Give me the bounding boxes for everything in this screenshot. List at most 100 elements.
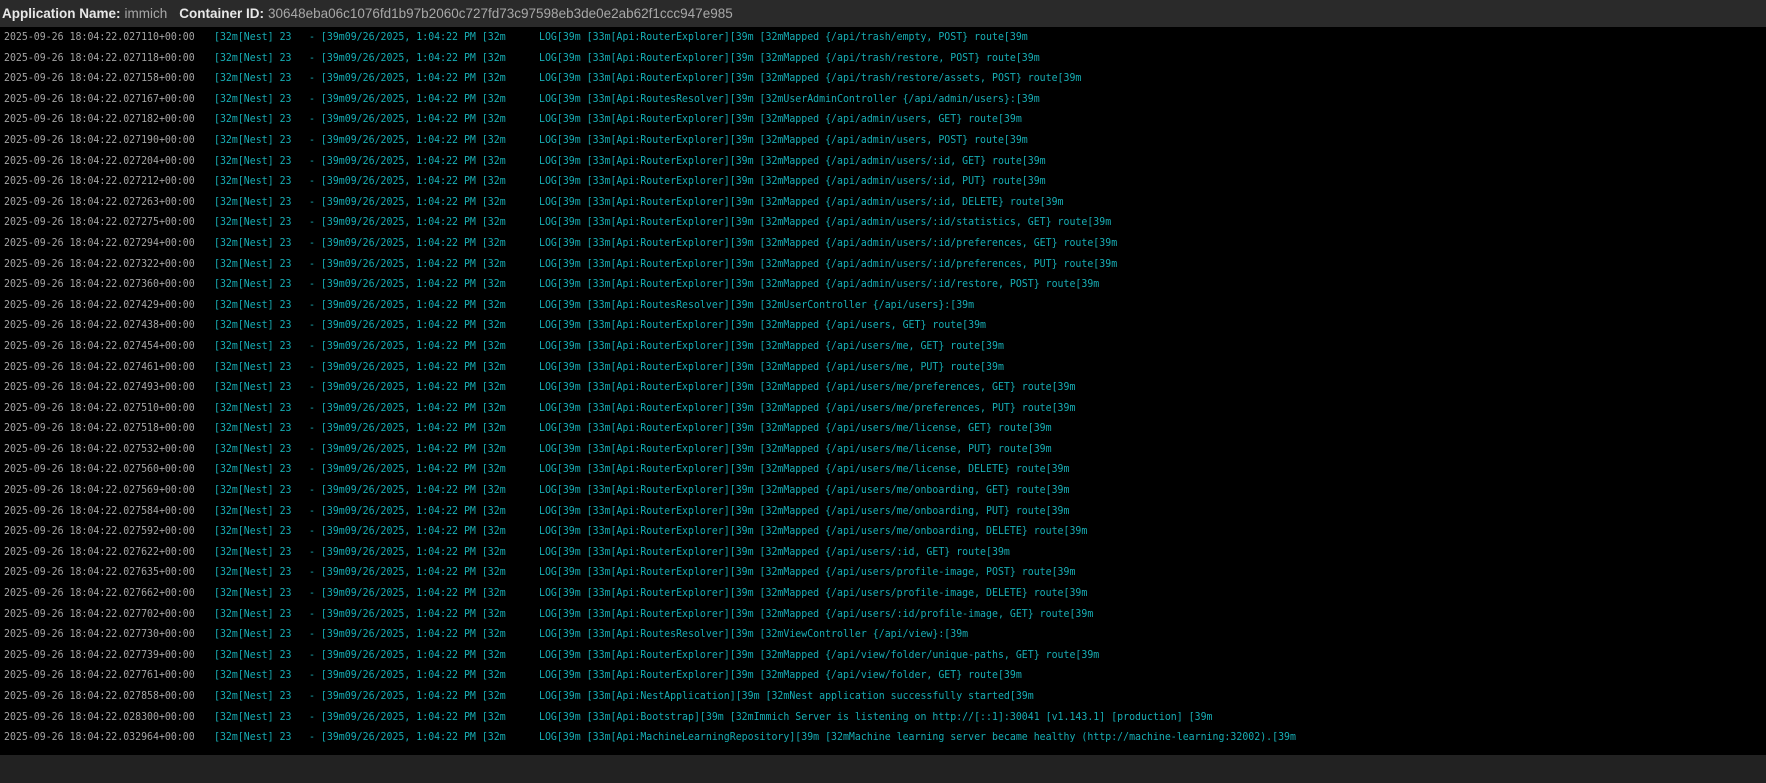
log-context: [32m[Nest] 23 xyxy=(214,441,292,455)
log-line: 2025-09-26 18:04:22.027204+00:00 [32m[Nes… xyxy=(0,151,1766,172)
log-context: [32m[Nest] 23 xyxy=(214,30,292,43)
log-line: 2025-09-26 18:04:22.027662+00:00 [32m[Nes… xyxy=(0,583,1766,604)
log-message: LOG[39m [33m[Api:RouterExplorer][39m [32… xyxy=(539,647,1100,661)
log-timestamp: 2025-09-26 18:04:22.027454+00:00 xyxy=(4,338,195,352)
log-datetime: - [39m09/26/2025, 1:04:22 PM [32m xyxy=(309,30,506,43)
log-context: [32m[Nest] 23 xyxy=(214,586,292,600)
log-line: 2025-09-26 18:04:22.027294+00:00 [32m[Nes… xyxy=(0,233,1766,254)
log-message: LOG[39m [33m[Api:RouterExplorer][39m [32… xyxy=(539,462,1070,476)
log-datetime: - [39m09/26/2025, 1:04:22 PM [32m xyxy=(309,627,506,641)
log-datetime: - [39m09/26/2025, 1:04:22 PM [32m xyxy=(309,668,506,682)
log-datetime: - [39m09/26/2025, 1:04:22 PM [32m xyxy=(309,462,506,476)
log-context: [32m[Nest] 23 xyxy=(214,318,292,332)
log-message: LOG[39m [33m[Api:MachineLearningReposito… xyxy=(539,730,1296,744)
log-timestamp: 2025-09-26 18:04:22.027739+00:00 xyxy=(4,647,195,661)
log-message: LOG[39m [33m[Api:RouterExplorer][39m [32… xyxy=(539,380,1076,394)
log-datetime: - [39m09/26/2025, 1:04:22 PM [32m xyxy=(309,524,506,538)
log-message: LOG[39m [33m[Api:RouterExplorer][39m [32… xyxy=(539,132,1028,146)
log-context: [32m[Nest] 23 xyxy=(214,380,292,394)
log-timestamp: 2025-09-26 18:04:22.027592+00:00 xyxy=(4,524,195,538)
log-message: LOG[39m [33m[Api:RouterExplorer][39m [32… xyxy=(539,153,1046,167)
log-message: LOG[39m [33m[Api:RouterExplorer][39m [32… xyxy=(539,194,1064,208)
log-line: 2025-09-26 18:04:22.027560+00:00 [32m[Nes… xyxy=(0,459,1766,480)
log-timestamp: 2025-09-26 18:04:22.027560+00:00 xyxy=(4,462,195,476)
log-datetime: - [39m09/26/2025, 1:04:22 PM [32m xyxy=(309,544,506,558)
log-datetime: - [39m09/26/2025, 1:04:22 PM [32m xyxy=(309,215,506,229)
log-line: 2025-09-26 18:04:22.027730+00:00 [32m[Nes… xyxy=(0,624,1766,645)
container-id-value: 30648eba06c1076fd1b97b2060c727fd73c97598… xyxy=(268,6,733,21)
log-timestamp: 2025-09-26 18:04:22.028300+00:00 xyxy=(4,709,195,723)
app-name-label: Application Name: xyxy=(2,6,121,21)
log-line: 2025-09-26 18:04:22.027454+00:00 [32m[Nes… xyxy=(0,336,1766,357)
log-context: [32m[Nest] 23 xyxy=(214,503,292,517)
log-datetime: - [39m09/26/2025, 1:04:22 PM [32m xyxy=(309,338,506,352)
log-context: [32m[Nest] 23 xyxy=(214,524,292,538)
log-line: 2025-09-26 18:04:22.027702+00:00 [32m[Nes… xyxy=(0,604,1766,625)
container-info-header: Application Name: immich Container ID: 3… xyxy=(0,0,1766,27)
log-message: LOG[39m [33m[Api:RouterExplorer][39m [32… xyxy=(539,71,1082,85)
log-message: LOG[39m [33m[Api:RouterExplorer][39m [32… xyxy=(539,524,1088,538)
log-datetime: - [39m09/26/2025, 1:04:22 PM [32m xyxy=(309,132,506,146)
log-timestamp: 2025-09-26 18:04:22.027662+00:00 xyxy=(4,586,195,600)
log-timestamp: 2025-09-26 18:04:22.027182+00:00 xyxy=(4,112,195,126)
log-timestamp: 2025-09-26 18:04:22.027858+00:00 xyxy=(4,689,195,702)
log-message: LOG[39m [33m[Api:RouterExplorer][39m [32… xyxy=(539,400,1076,414)
log-line: 2025-09-26 18:04:22.027858+00:00 [32m[Nes… xyxy=(0,686,1766,707)
log-timestamp: 2025-09-26 18:04:22.027510+00:00 xyxy=(4,400,195,414)
log-timestamp: 2025-09-26 18:04:22.027158+00:00 xyxy=(4,71,195,85)
log-context: [32m[Nest] 23 xyxy=(214,730,292,744)
log-timestamp: 2025-09-26 18:04:22.027212+00:00 xyxy=(4,174,195,188)
log-datetime: - [39m09/26/2025, 1:04:22 PM [32m xyxy=(309,689,506,702)
log-timestamp: 2025-09-26 18:04:22.027110+00:00 xyxy=(4,30,195,43)
log-timestamp: 2025-09-26 18:04:22.027493+00:00 xyxy=(4,380,195,394)
log-message: LOG[39m [33m[Api:RoutesResolver][39m [32… xyxy=(539,627,969,641)
log-output[interactable]: 2025-09-26 18:04:22.027110+00:00 [32m[Nes… xyxy=(0,27,1766,755)
log-datetime: - [39m09/26/2025, 1:04:22 PM [32m xyxy=(309,71,506,85)
log-timestamp: 2025-09-26 18:04:22.027294+00:00 xyxy=(4,235,195,249)
log-line: 2025-09-26 18:04:22.027118+00:00 [32m[Nes… xyxy=(0,48,1766,69)
log-datetime: - [39m09/26/2025, 1:04:22 PM [32m xyxy=(309,647,506,661)
log-context: [32m[Nest] 23 xyxy=(214,215,292,229)
log-timestamp: 2025-09-26 18:04:22.027167+00:00 xyxy=(4,91,195,105)
log-message: LOG[39m [33m[Api:RouterExplorer][39m [32… xyxy=(539,441,1052,455)
log-timestamp: 2025-09-26 18:04:22.027702+00:00 xyxy=(4,606,195,620)
log-timestamp: 2025-09-26 18:04:22.027204+00:00 xyxy=(4,153,195,167)
log-message: LOG[39m [33m[Api:NestApplication][39m [3… xyxy=(539,689,1034,702)
log-message: LOG[39m [33m[Api:RouterExplorer][39m [32… xyxy=(539,235,1118,249)
log-message: LOG[39m [33m[Api:RouterExplorer][39m [32… xyxy=(539,668,1022,682)
log-datetime: - [39m09/26/2025, 1:04:22 PM [32m xyxy=(309,380,506,394)
log-context: [32m[Nest] 23 xyxy=(214,71,292,85)
log-datetime: - [39m09/26/2025, 1:04:22 PM [32m xyxy=(309,297,506,311)
log-context: [32m[Nest] 23 xyxy=(214,689,292,702)
log-line: 2025-09-26 18:04:22.027510+00:00 [32m[Nes… xyxy=(0,398,1766,419)
log-line: 2025-09-26 18:04:22.027275+00:00 [32m[Nes… xyxy=(0,212,1766,233)
log-line: 2025-09-26 18:04:22.027438+00:00 [32m[Nes… xyxy=(0,315,1766,336)
log-context: [32m[Nest] 23 xyxy=(214,153,292,167)
log-line: 2025-09-26 18:04:22.027461+00:00 [32m[Nes… xyxy=(0,357,1766,378)
log-datetime: - [39m09/26/2025, 1:04:22 PM [32m xyxy=(309,50,506,64)
log-line: 2025-09-26 18:04:22.027635+00:00 [32m[Nes… xyxy=(0,562,1766,583)
log-line: 2025-09-26 18:04:22.027190+00:00 [32m[Nes… xyxy=(0,130,1766,151)
log-context: [32m[Nest] 23 xyxy=(214,277,292,291)
log-datetime: - [39m09/26/2025, 1:04:22 PM [32m xyxy=(309,441,506,455)
log-line: 2025-09-26 18:04:22.027569+00:00 [32m[Nes… xyxy=(0,480,1766,501)
log-context: [32m[Nest] 23 xyxy=(214,50,292,64)
log-datetime: - [39m09/26/2025, 1:04:22 PM [32m xyxy=(309,318,506,332)
log-context: [32m[Nest] 23 xyxy=(214,194,292,208)
log-datetime: - [39m09/26/2025, 1:04:22 PM [32m xyxy=(309,565,506,579)
log-message: LOG[39m [33m[Api:RouterExplorer][39m [32… xyxy=(539,30,1028,43)
log-datetime: - [39m09/26/2025, 1:04:22 PM [32m xyxy=(309,174,506,188)
log-timestamp: 2025-09-26 18:04:22.027322+00:00 xyxy=(4,256,195,270)
log-line: 2025-09-26 18:04:22.027518+00:00 [32m[Nes… xyxy=(0,418,1766,439)
log-timestamp: 2025-09-26 18:04:22.027429+00:00 xyxy=(4,297,195,311)
log-message: LOG[39m [33m[Api:RouterExplorer][39m [32… xyxy=(539,215,1112,229)
log-context: [32m[Nest] 23 xyxy=(214,174,292,188)
log-context: [32m[Nest] 23 xyxy=(214,709,292,723)
log-datetime: - [39m09/26/2025, 1:04:22 PM [32m xyxy=(309,91,506,105)
log-message: LOG[39m [33m[Api:RouterExplorer][39m [32… xyxy=(539,256,1118,270)
log-message: LOG[39m [33m[Api:RouterExplorer][39m [32… xyxy=(539,112,1022,126)
log-line: 2025-09-26 18:04:22.027622+00:00 [32m[Nes… xyxy=(0,542,1766,563)
log-context: [32m[Nest] 23 xyxy=(214,544,292,558)
log-context: [32m[Nest] 23 xyxy=(214,462,292,476)
log-line: 2025-09-26 18:04:22.027429+00:00 [32m[Nes… xyxy=(0,295,1766,316)
